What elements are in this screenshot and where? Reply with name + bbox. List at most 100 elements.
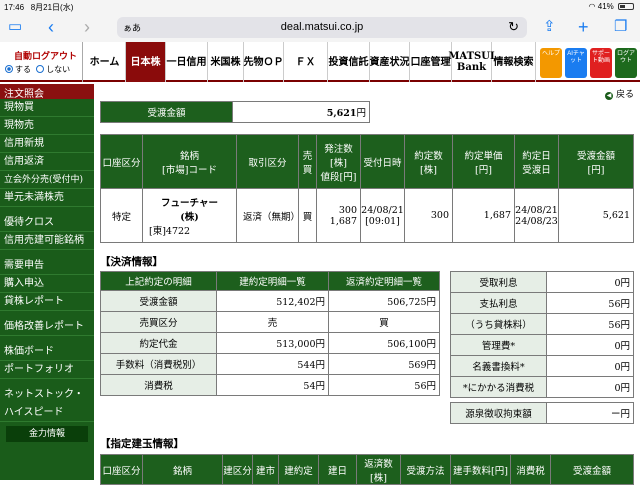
dcol-open-market: 建市	[252, 454, 279, 485]
cell-exec-price: 1,687	[452, 188, 515, 243]
sidebar-item-order-inquiry[interactable]: 注文照会	[0, 84, 94, 100]
sidebar: 注文照会 現物買 現物売 信用新規 信用返済 立会外分売(受付中) 単元未満株売…	[0, 84, 94, 480]
tab-japan-stock[interactable]: 日本株	[126, 42, 166, 82]
tab-home[interactable]: ホーム	[84, 42, 126, 82]
wifi-icon: ◠	[588, 2, 596, 11]
forward-icon[interactable]: ›	[84, 18, 90, 36]
received-time: [09:01]	[365, 215, 400, 227]
designated-table: 口座区分 銘柄 建区分 建市 建約定 建日 返済数[株] 受渡方法 建手数料[円…	[100, 454, 634, 485]
fee-label: 支払利息	[450, 292, 547, 314]
sidebar-item-spot-buy[interactable]: 現物買	[0, 99, 94, 117]
dcol-open-date: 建日	[318, 454, 357, 485]
tabs-icon[interactable]: ❐	[614, 18, 627, 36]
tab-matsui-bank[interactable]: MATSUI Bank	[448, 42, 495, 82]
order-table: 口座区分 銘柄 [市場]コード 取引区分 売買 発注数 [株] 値段[円] 受付…	[100, 134, 634, 243]
ai-chat-icon[interactable]: AIチャット	[565, 48, 587, 78]
fee-value: 0円	[546, 355, 634, 377]
logout-off-radio[interactable]	[36, 65, 45, 73]
sidebar-item-price-improve[interactable]: 価格改善レポート	[0, 318, 94, 336]
dcol-tax: 消費税	[510, 454, 551, 485]
fee-label: （うち貸株料）	[450, 313, 547, 335]
settle-row-open: 513,000円	[216, 332, 329, 354]
cell-exec-date: 24/08/21 24/08/23	[514, 188, 559, 243]
sidebar-item-portfolio[interactable]: ポートフォリオ	[0, 361, 94, 379]
help-icon[interactable]: ヘルプ	[540, 48, 562, 78]
tab-assets[interactable]: 資産状況	[370, 42, 410, 82]
sidebar-item-purchase[interactable]: 購入申込	[0, 275, 94, 293]
logout-icon[interactable]: ログアウト	[615, 48, 637, 78]
support-video-icon[interactable]: サポート動画	[590, 48, 612, 78]
logout-on-label: する	[15, 65, 31, 74]
tab-daily-margin[interactable]: 一日信用	[166, 42, 208, 82]
col-exec-price: 約定単価 [円]	[452, 134, 515, 189]
settle-row-repay: 506,725円	[328, 290, 440, 312]
battery-icon	[618, 3, 634, 10]
delivery-value: 5,621円	[232, 101, 370, 123]
back-link[interactable]: ◀ 戻る	[605, 87, 634, 100]
order-price: 1,687	[329, 215, 357, 227]
sidebar-item-netstock-1[interactable]: ネットストック・	[0, 386, 94, 404]
sidebar-item-stock-board[interactable]: 株価ボード	[0, 343, 94, 361]
tab-fx[interactable]: ＦＸ	[284, 42, 328, 82]
sidebar-item-lending-report[interactable]: 貸株レポート	[0, 293, 94, 311]
plus-icon[interactable]: +	[578, 18, 589, 36]
fee-value: 0円	[546, 334, 634, 356]
sidebar-item-netstock-2[interactable]: ハイスピード	[0, 404, 94, 422]
designated-title: 【指定建玉情報】	[100, 438, 184, 450]
stock-name-link[interactable]: フューチャー (株)	[143, 195, 236, 223]
sidebar-item-spot-sell[interactable]: 現物売	[0, 117, 94, 135]
sidebar-item-margin-new[interactable]: 信用新規	[0, 135, 94, 153]
logout-on-radio[interactable]	[5, 65, 13, 73]
cell-trade-type: 返済（無期）	[236, 188, 300, 243]
main-content: ◀ 戻る 受渡金額 5,621円 口座区分 銘柄 [市場]コード 取引区分 売買…	[94, 84, 640, 485]
col-amount: 受渡金額 [円]	[558, 134, 634, 189]
settle-row-repay: 506,100円	[328, 332, 440, 354]
table-row: （うち貸株料） 56円	[450, 313, 634, 335]
back-icon[interactable]: ‹	[48, 18, 54, 36]
sidebar-icon[interactable]: ▭	[8, 18, 22, 36]
tab-futures-options[interactable]: 先物ＯＰ	[244, 42, 284, 82]
address-bar[interactable]: ぁあ deal.matsui.co.jp ↻	[117, 17, 527, 38]
settle-row-repay: 56円	[328, 374, 440, 396]
sidebar-item-demand[interactable]: 需要申告	[0, 257, 94, 275]
table-row: 支払利息 56円	[450, 292, 634, 314]
settle-col-repay[interactable]: 返済約定明細一覧	[328, 271, 440, 291]
table-row: 受渡金額 512,402円 506,725円	[100, 290, 440, 312]
sidebar-item-yutai-cross[interactable]: 優待クロス	[0, 214, 94, 232]
settle-col-open[interactable]: 建約定明細一覧	[216, 271, 329, 291]
table-row: 源泉徴収拘束額 ー円	[450, 402, 634, 424]
status-left: 17:46 8月21日(水)	[4, 2, 73, 13]
share-icon[interactable]: ⇪	[543, 18, 556, 36]
cell-side: 買	[298, 188, 317, 243]
dcol-account: 口座区分	[100, 454, 143, 485]
cell-stock: フューチャー (株) [東]4722	[142, 188, 237, 243]
tab-investment-trust[interactable]: 投資信託	[328, 42, 370, 82]
settlement-title: 【決済情報】	[100, 256, 163, 268]
auto-logout: 自動ログアウト する しない	[0, 42, 83, 82]
auto-logout-title: 自動ログアウト	[14, 52, 78, 62]
fees-table: 受取利息 0円 支払利息 56円 （うち貸株料） 56円 管理費* 0円 名義書…	[450, 271, 634, 398]
settle-date: 24/08/23	[515, 215, 558, 227]
reload-icon[interactable]: ↻	[508, 19, 519, 35]
sidebar-button-info[interactable]: 金力情報	[6, 426, 88, 442]
settle-row-label: 消費税	[100, 374, 217, 396]
fee-value: 0円	[546, 376, 634, 398]
sidebar-item-margin-repay[interactable]: 信用返済	[0, 153, 94, 171]
tab-info-search[interactable]: 情報検索	[492, 42, 536, 82]
table-row: 特定 フューチャー (株) [東]4722 返済（無期） 買 300 1,687…	[100, 188, 634, 243]
col-order-qty: 発注数 [株] 値段[円]	[316, 134, 361, 189]
col-trade-type: 取引区分	[236, 134, 299, 189]
delivery-label: 受渡金額	[100, 101, 233, 123]
logout-off-label: しない	[46, 65, 71, 74]
cell-exec-qty: 300	[404, 188, 453, 243]
tab-us-stock[interactable]: 米国株	[208, 42, 244, 82]
cell-received: 24/08/21 [09:01]	[360, 188, 405, 243]
tab-account[interactable]: 口座管理	[410, 42, 452, 82]
designated-header-row: 口座区分 銘柄 建区分 建市 建約定 建日 返済数[株] 受渡方法 建手数料[円…	[100, 454, 634, 485]
settle-row-label: 手数料（消費税別）	[100, 353, 217, 375]
sidebar-item-odd-lot[interactable]: 単元未満株売	[0, 189, 94, 207]
sidebar-item-off-floor[interactable]: 立会外分売(受付中)	[0, 171, 94, 189]
sidebar-item-short-able[interactable]: 信用売建可能銘柄	[0, 232, 94, 250]
status-right: ◠ 41%	[589, 2, 634, 11]
dcol-open-exec: 建約定	[278, 454, 319, 485]
